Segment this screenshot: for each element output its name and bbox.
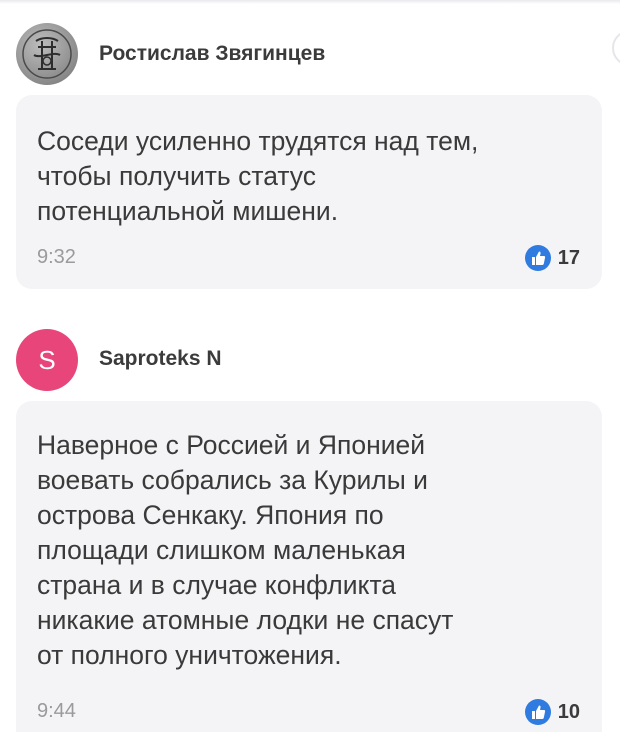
comment-bubble: Соседи усиленно трудятся над тем, чтобы … xyxy=(16,95,602,289)
like-button[interactable]: 17 xyxy=(524,245,580,271)
like-count: 10 xyxy=(557,700,580,723)
side-action-button[interactable] xyxy=(612,30,620,66)
comment-text: Наверное с Россией и Японией воевать соб… xyxy=(37,430,454,670)
thumbs-up-icon xyxy=(524,699,551,725)
comments-feed: Ростислав Звягинцев Соседи усиленно труд… xyxy=(0,0,620,732)
avatar[interactable]: S xyxy=(16,329,78,391)
avatar[interactable] xyxy=(16,23,78,85)
like-count: 17 xyxy=(557,246,580,269)
like-button[interactable]: 10 xyxy=(524,699,580,725)
comment-time: 9:44 xyxy=(37,700,76,722)
comment-bubble: Наверное с Россией и Японией воевать соб… xyxy=(16,401,602,732)
comment-author[interactable]: Saproteks N xyxy=(99,347,222,371)
comment-time: 9:32 xyxy=(37,246,76,268)
top-divider xyxy=(0,0,620,4)
thumbs-up-icon xyxy=(524,245,551,271)
monogram-avatar-icon xyxy=(22,29,72,79)
comment-text: Соседи усиленно трудятся над тем, чтобы … xyxy=(37,126,479,226)
comment-author[interactable]: Ростислав Звягинцев xyxy=(99,42,325,66)
